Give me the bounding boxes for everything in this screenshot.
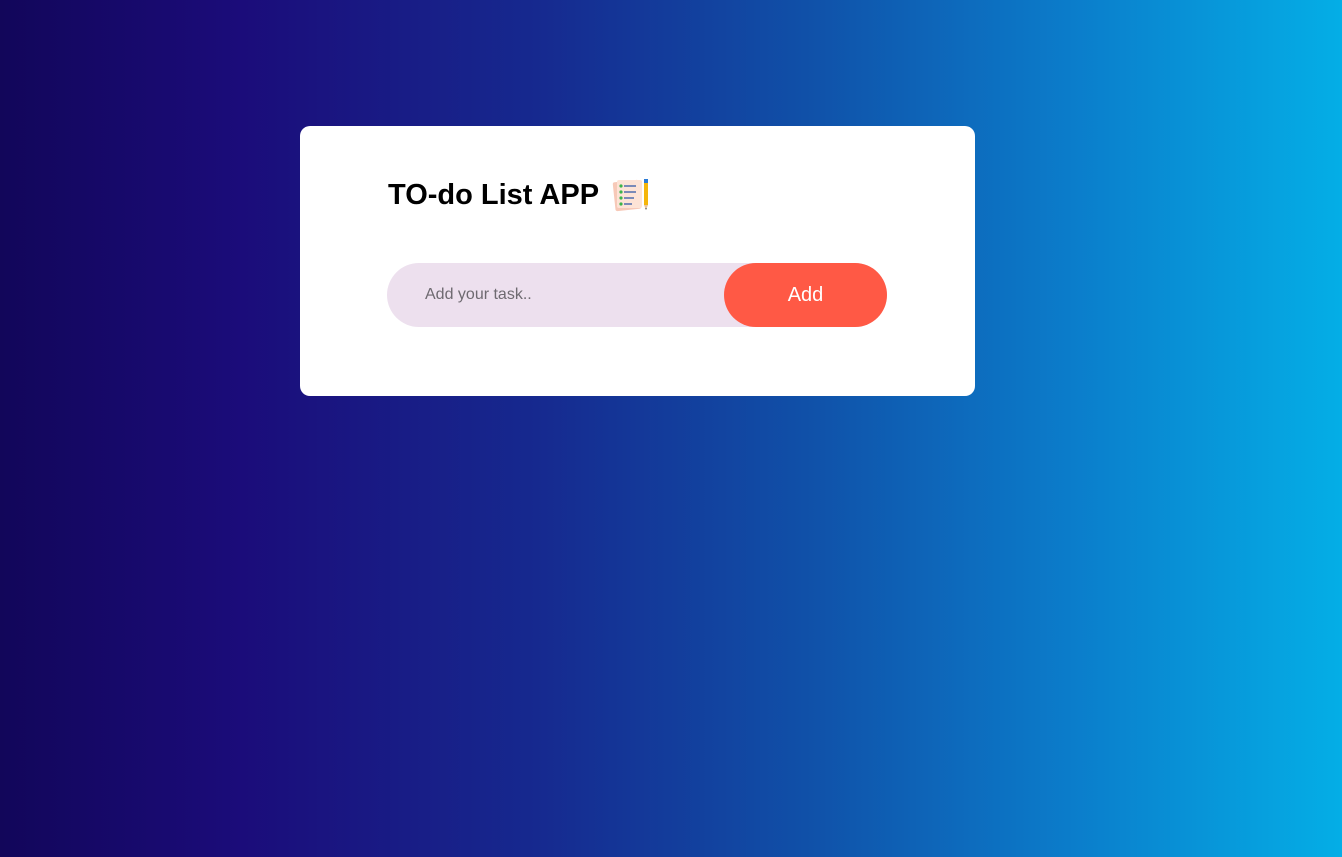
task-input[interactable] (387, 263, 717, 327)
title-row: TO-do List APP (388, 176, 651, 214)
app-title: TO-do List APP (388, 179, 600, 211)
add-button[interactable]: Add (724, 263, 887, 327)
checklist-with-pencil-icon (612, 179, 649, 212)
task-input-row: Add (387, 263, 887, 327)
todo-card: TO-do List APP Add (300, 126, 975, 396)
